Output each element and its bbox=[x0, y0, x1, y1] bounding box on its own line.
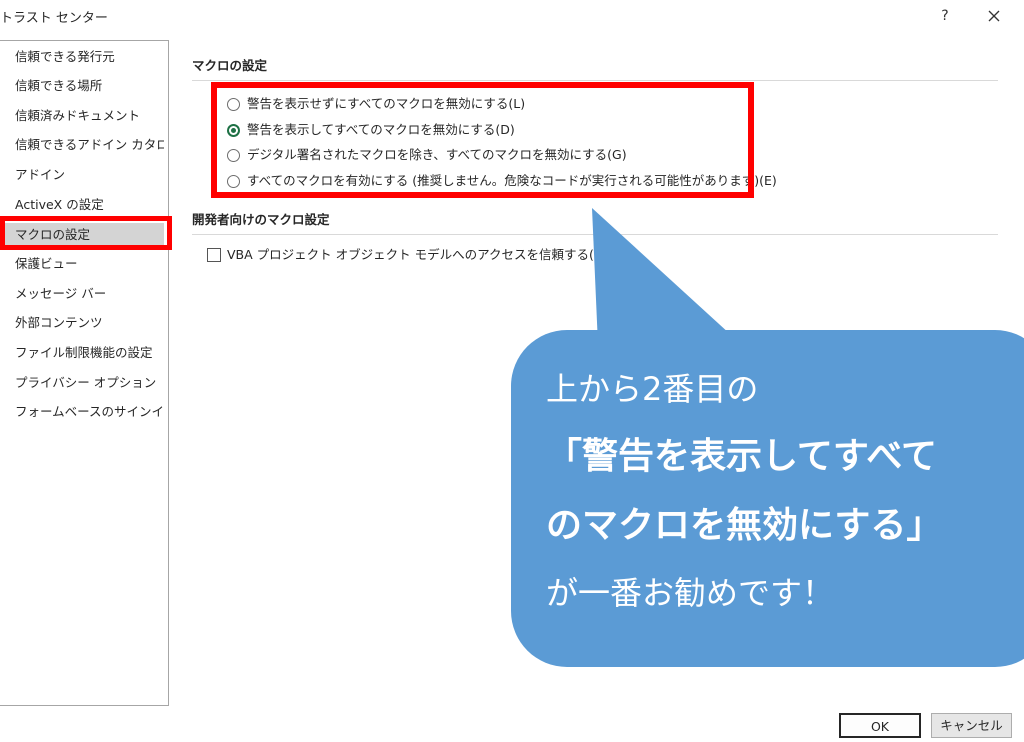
callout-line-4: が一番お勧めです！ bbox=[546, 574, 835, 612]
ok-button[interactable]: OK bbox=[839, 713, 921, 738]
callout-line-1: 上から2番目の bbox=[546, 370, 759, 408]
cancel-button[interactable]: キャンセル bbox=[931, 713, 1012, 738]
callout-line-3: のマクロを無効にする」 bbox=[546, 505, 943, 546]
callout-line-2: 「警告を表示してすべて bbox=[546, 436, 937, 477]
